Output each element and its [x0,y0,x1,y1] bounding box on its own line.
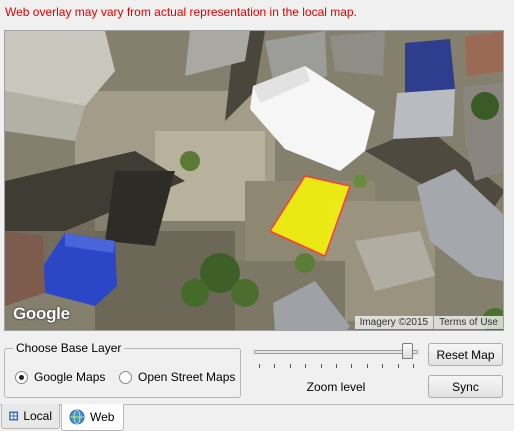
base-layer-group: Choose Base Layer Google Maps Open Stree… [4,341,241,398]
zoom-slider-handle[interactable] [402,343,413,359]
view-tab-bar: Local Web [0,404,514,431]
google-logo: Google [13,304,70,323]
zoom-level-label: Zoom level [306,380,366,394]
web-map-panel: Web overlay may vary from actual represe… [0,0,514,405]
zoom-tick [413,364,414,368]
globe-icon [69,409,85,425]
zoom-slider-track[interactable] [254,350,418,354]
grid-map-icon [9,411,19,421]
zoom-tick [351,364,353,368]
zoom-tick [382,364,384,368]
zoom-slider[interactable] [254,342,418,368]
zoom-tick [336,364,337,368]
zoom-tick [274,364,276,368]
zoom-tick [289,364,291,368]
tab-local-label: Local [23,409,52,423]
radio-unselected-indicator[interactable] [119,370,132,384]
google-maps-radio[interactable]: Google Maps [15,370,105,384]
tab-local[interactable]: Local [1,404,60,429]
zoom-tick [259,364,260,368]
zoom-tick [397,364,399,368]
satellite-imagery [5,31,503,330]
tab-web[interactable]: Web [61,404,124,431]
zoom-slider-ticks [259,364,414,368]
open-street-maps-label: Open Street Maps [138,370,236,384]
google-maps-label: Google Maps [34,370,106,384]
radio-selected-indicator[interactable] [15,370,28,384]
satellite-map-view[interactable]: Google Imagery ©2015 Terms of Use [4,30,504,331]
base-layer-group-title: Choose Base Layer [13,341,125,355]
map-attribution: Imagery ©2015 Terms of Use [354,315,503,330]
overlay-warning-text: Web overlay may vary from actual represe… [5,5,357,19]
tab-web-label: Web [90,410,115,424]
imagery-credit: Imagery ©2015 [354,316,434,329]
sync-button[interactable]: Sync [428,375,503,398]
terms-of-use-link[interactable]: Terms of Use [434,316,503,329]
reset-map-button[interactable]: Reset Map [428,343,503,366]
zoom-tick [366,364,368,368]
open-street-maps-radio[interactable]: Open Street Maps [119,370,235,384]
zoom-tick [305,364,307,368]
zoom-tick [320,364,322,368]
